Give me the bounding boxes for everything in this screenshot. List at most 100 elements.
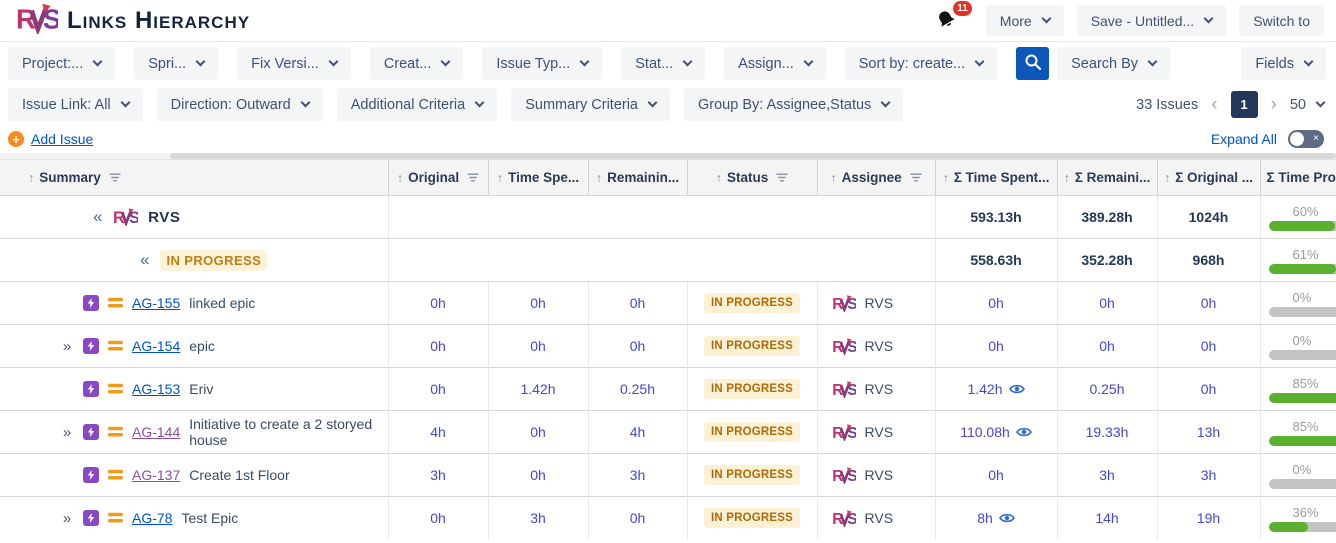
original-cell-value[interactable]: 0h xyxy=(430,295,446,311)
filter-icon[interactable] xyxy=(910,170,922,185)
column-header-3[interactable]: ↑Time Spe... xyxy=(488,160,588,196)
chevron-down-icon xyxy=(580,57,590,67)
status-cell: IN PROGRESS xyxy=(687,368,817,411)
original-cell: 0h xyxy=(388,282,488,325)
time-spent-cell-value[interactable]: 0h xyxy=(530,338,546,354)
column-header-10[interactable]: Σ Time Pro... xyxy=(1260,160,1336,196)
time-progress-cell: 61% xyxy=(1260,239,1336,282)
summary-criteria-dropdown[interactable]: Summary Criteria xyxy=(511,88,670,121)
eye-icon[interactable] xyxy=(1016,426,1032,438)
issue-key-link[interactable]: AG-78 xyxy=(132,510,172,526)
collapse-group-icon[interactable]: « xyxy=(140,250,149,270)
column-header-8[interactable]: ↑Σ Remaini... xyxy=(1057,160,1157,196)
fields-dropdown[interactable]: Fields xyxy=(1241,47,1326,80)
expand-row-icon[interactable]: » xyxy=(60,338,74,355)
sort-by-dropdown[interactable]: Sort by: create... xyxy=(845,47,997,80)
time-spent-cell-value[interactable]: 0h xyxy=(530,295,546,311)
eye-icon[interactable] xyxy=(999,512,1015,524)
eye-icon[interactable] xyxy=(1009,383,1025,395)
sum-time-spent-cell-value: 8h xyxy=(977,510,993,526)
column-header-2[interactable]: ↑Original xyxy=(388,160,488,196)
prev-page-icon[interactable]: ‹ xyxy=(1211,95,1217,114)
sum-original-cell: 19h xyxy=(1157,497,1260,540)
issue-key-link[interactable]: AG-153 xyxy=(132,381,180,397)
time-spent-cell-value[interactable]: 0h xyxy=(530,424,546,440)
progress-percent-label: 61% xyxy=(1293,247,1336,262)
horizontal-scrollbar[interactable] xyxy=(0,153,1336,159)
issue-link-filter[interactable]: Issue Link: All xyxy=(8,88,143,121)
column-header-4[interactable]: ↑Remainin... xyxy=(588,160,687,196)
search-by-dropdown[interactable]: Search By xyxy=(1057,47,1170,80)
additional-criteria-dropdown[interactable]: Additional Criteria xyxy=(337,88,497,121)
expand-all-toggle[interactable]: × xyxy=(1288,130,1324,148)
add-issue-label: Add Issue xyxy=(31,131,93,147)
progress-bar xyxy=(1269,307,1336,317)
issue-summary: Test Epic xyxy=(181,510,238,526)
filter-icon[interactable] xyxy=(109,170,121,185)
remaining-cell-value[interactable]: 0.25h xyxy=(620,381,655,397)
summary-cell: »AG-137Create 1st Floor xyxy=(0,454,388,497)
filter-icon[interactable] xyxy=(467,170,479,185)
original-cell-value[interactable]: 3h xyxy=(430,467,446,483)
page-size-dropdown[interactable]: 50 xyxy=(1290,97,1324,113)
status-filter[interactable]: Stat... xyxy=(621,47,705,80)
summary-cell: »AG-153Eriv xyxy=(0,368,388,411)
original-cell-value[interactable]: 0h xyxy=(430,381,446,397)
remaining-cell-value[interactable]: 4h xyxy=(630,424,646,440)
bell-icon xyxy=(933,19,960,36)
expand-row-icon[interactable]: » xyxy=(60,510,74,527)
group-by-dropdown[interactable]: Group By: Assignee,Status xyxy=(684,88,903,121)
column-label: Time Spe... xyxy=(508,170,579,185)
filter-icon[interactable] xyxy=(776,170,788,185)
search-button[interactable] xyxy=(1016,47,1049,80)
add-issue-button[interactable]: + Add Issue xyxy=(8,131,93,147)
progress-bar xyxy=(1269,350,1336,360)
switch-to-button[interactable]: Switch to xyxy=(1239,5,1324,36)
expand-all-control: Expand All × xyxy=(1211,130,1324,148)
time-spent-cell-value[interactable]: 1.42h xyxy=(520,381,555,397)
current-page-button[interactable]: 1 xyxy=(1231,91,1258,118)
column-header-6[interactable]: ↑Assignee xyxy=(817,160,935,196)
assignee-filter[interactable]: Assign... xyxy=(724,47,826,80)
save-view-button[interactable]: Save - Untitled... xyxy=(1077,5,1227,36)
time-spent-cell-value[interactable]: 0h xyxy=(530,467,546,483)
sum-time-spent-cell-value: 0h xyxy=(988,467,1004,483)
column-header-9[interactable]: ↑Σ Original ... xyxy=(1157,160,1260,196)
issue-type-filter[interactable]: Issue Typ... xyxy=(482,47,602,80)
sum-remaining-cell-value: 389.28h xyxy=(1081,209,1132,225)
remaining-cell-value[interactable]: 0h xyxy=(630,295,646,311)
column-header-1[interactable]: ↑Summary xyxy=(0,160,388,196)
issue-key-link[interactable]: AG-154 xyxy=(132,338,180,354)
table-toolbar: + Add Issue Expand All × xyxy=(0,124,1336,153)
time-spent-cell: 3h xyxy=(488,497,588,540)
remaining-cell-value[interactable]: 0h xyxy=(630,510,646,526)
sprint-filter[interactable]: Spri... xyxy=(134,47,218,80)
original-cell-value[interactable]: 0h xyxy=(430,510,446,526)
column-header-5[interactable]: ↑Status xyxy=(687,160,817,196)
issue-key-link[interactable]: AG-137 xyxy=(132,467,180,483)
expand-row-icon[interactable]: » xyxy=(60,424,74,441)
switch-to-button-label: Switch to xyxy=(1253,13,1310,29)
more-button[interactable]: More xyxy=(986,5,1064,36)
fix-version-filter[interactable]: Fix Versi... xyxy=(237,47,351,80)
progress-bar xyxy=(1269,522,1336,532)
remaining-cell-value[interactable]: 0h xyxy=(630,338,646,354)
notifications-button[interactable]: 11 xyxy=(933,8,960,37)
direction-filter[interactable]: Direction: Outward xyxy=(157,88,323,121)
remaining-cell-value[interactable]: 3h xyxy=(630,467,646,483)
project-filter[interactable]: Project:... xyxy=(8,47,115,80)
original-cell-value[interactable]: 4h xyxy=(430,424,446,440)
issue-key-link[interactable]: AG-155 xyxy=(132,295,180,311)
column-header-7[interactable]: ↑Σ Time Spent... xyxy=(935,160,1057,196)
collapse-group-icon[interactable]: « xyxy=(93,207,103,227)
created-filter[interactable]: Creat... xyxy=(370,47,464,80)
epic-issue-type-icon xyxy=(83,424,99,440)
group-empty-cell xyxy=(388,239,935,282)
sum-time-spent-cell: 8h xyxy=(935,497,1057,540)
sum-remaining-cell: 14h xyxy=(1057,497,1157,540)
issue-key-link[interactable]: AG-144 xyxy=(132,424,180,440)
progress-percent-label: 0% xyxy=(1293,290,1336,305)
next-page-icon[interactable]: › xyxy=(1271,95,1277,114)
original-cell-value[interactable]: 0h xyxy=(430,338,446,354)
time-spent-cell-value[interactable]: 3h xyxy=(530,510,546,526)
